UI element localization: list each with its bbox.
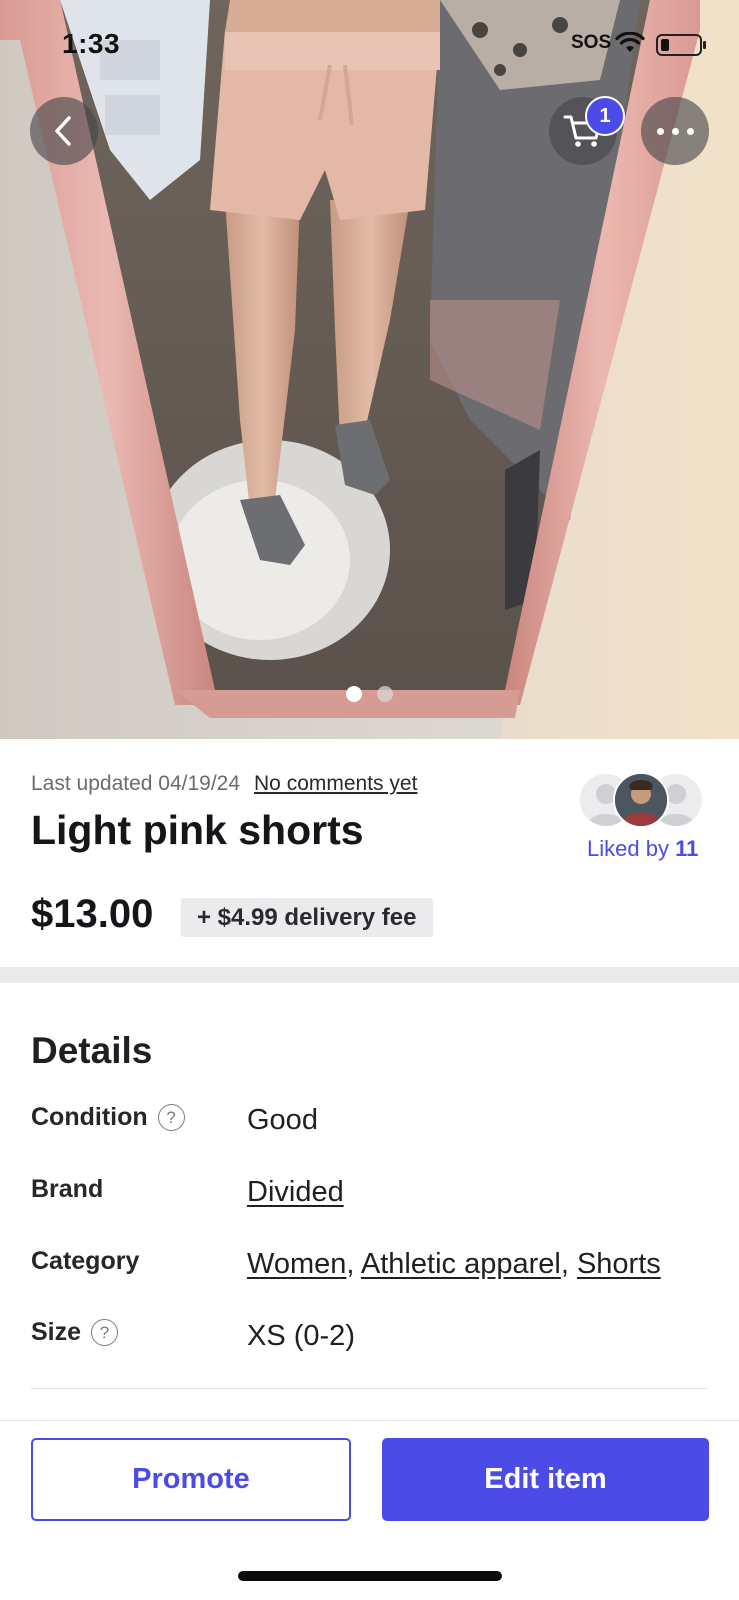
more-horizontal-icon <box>656 127 694 135</box>
status-time: 1:33 <box>62 28 121 59</box>
more-options-button[interactable] <box>641 97 709 165</box>
brand-value: Divided <box>247 1176 344 1209</box>
section-divider <box>0 967 739 983</box>
condition-label: Condition ? <box>31 1103 185 1132</box>
category-link-women[interactable]: Women <box>247 1248 346 1280</box>
last-updated-text: Last updated 04/19/24 <box>31 772 241 795</box>
category-link-shorts[interactable]: Shorts <box>577 1248 661 1280</box>
cart-count-badge: 1 <box>585 96 625 136</box>
category-label-text: Category <box>31 1247 140 1275</box>
product-photo[interactable]: 1:33 SOS 1 <box>0 0 739 739</box>
brand-label-text: Brand <box>31 1175 104 1203</box>
details-divider <box>31 1388 708 1389</box>
category-value: Women, Athletic apparel, Shorts <box>247 1248 661 1281</box>
size-value: XS (0-2) <box>247 1320 355 1352</box>
delivery-fee-badge: + $4.99 delivery fee <box>181 898 433 937</box>
category-separator: , <box>560 1248 577 1280</box>
help-circle-icon[interactable]: ? <box>91 1319 119 1346</box>
size-label-text: Size <box>31 1318 82 1346</box>
status-carrier: SOS <box>571 32 612 53</box>
brand-link[interactable]: Divided <box>247 1176 344 1208</box>
category-link-athletic-apparel[interactable]: Athletic apparel <box>361 1248 561 1280</box>
gallery-dot-active[interactable] <box>346 686 362 702</box>
promote-button[interactable]: Promote <box>31 1438 351 1521</box>
home-indicator[interactable] <box>238 1571 502 1581</box>
brand-label: Brand <box>31 1175 103 1204</box>
gallery-pagination <box>346 686 393 702</box>
liked-by-link[interactable]: Liked by 11 <box>587 836 698 862</box>
size-label: Size ? <box>31 1318 119 1347</box>
edit-item-button[interactable]: Edit item <box>382 1438 709 1521</box>
back-button[interactable] <box>30 97 98 165</box>
avatar-photo <box>613 772 669 828</box>
listing-price: $13.00 <box>31 892 154 936</box>
details-heading: Details <box>31 1030 153 1071</box>
wifi-icon <box>615 32 645 52</box>
product-image <box>0 0 739 739</box>
status-bar: 1:33 SOS <box>0 0 739 90</box>
listing-meta: Last updated 04/19/24 No comments yet <box>31 772 417 796</box>
help-circle-icon[interactable]: ? <box>157 1104 185 1131</box>
liked-by-label: Liked by <box>587 836 669 861</box>
gallery-dot[interactable] <box>377 686 393 702</box>
condition-value: Good <box>247 1104 318 1136</box>
listing-title: Light pink shorts <box>31 807 364 853</box>
category-label: Category <box>31 1247 139 1276</box>
category-separator: , <box>346 1248 361 1280</box>
condition-label-text: Condition <box>31 1103 148 1131</box>
chevron-left-icon <box>55 116 71 146</box>
likers-avatars[interactable] <box>578 772 704 828</box>
battery-low-icon <box>656 34 706 56</box>
comments-link[interactable]: No comments yet <box>254 772 417 795</box>
liked-by-count: 11 <box>675 836 699 861</box>
